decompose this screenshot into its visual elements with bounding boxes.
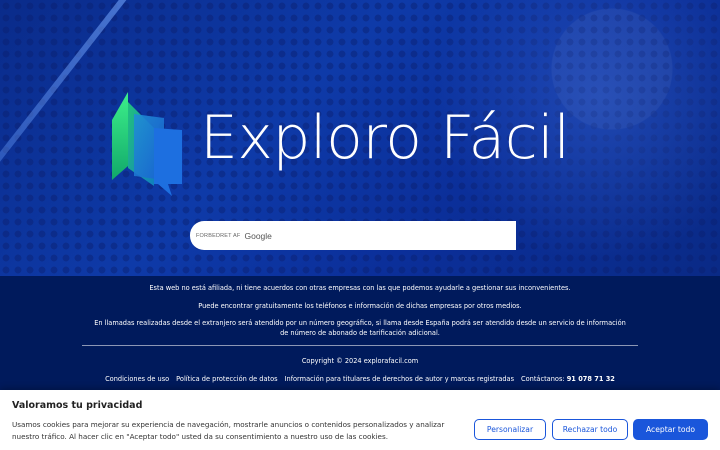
- site-footer: Esta web no está afiliada, ni tiene acue…: [0, 276, 720, 390]
- contact-phone[interactable]: 91 078 71 32: [567, 375, 615, 383]
- contact-link[interactable]: Contáctanos: 91 078 71 32: [521, 374, 615, 384]
- footer-info: Puede encontrar gratuitamente los teléfo…: [198, 302, 522, 310]
- open-book-chat-icon: [108, 88, 188, 198]
- brand-name: Exploro Fácil: [200, 103, 570, 173]
- customize-button[interactable]: Personalizar: [474, 419, 546, 440]
- search-powered-by: FORBEDRET AF: [196, 232, 241, 239]
- copyright-info-link[interactable]: Información para titulares de derechos d…: [285, 374, 514, 384]
- footer-copyright: Copyright © 2024 explorafacil.com: [301, 357, 419, 365]
- footer-divider: [82, 345, 638, 346]
- cookie-title: Valoramos tu privacidad: [12, 400, 143, 411]
- terms-link[interactable]: Condiciones de uso: [105, 374, 169, 384]
- hero-banner: Exploro Fácil FORBEDRET AF Google: [0, 0, 720, 276]
- cookie-text: Usamos cookies para mejorar su experienc…: [12, 420, 445, 441]
- google-logo: Google: [244, 230, 272, 241]
- accept-all-button[interactable]: Aceptar todo: [633, 419, 708, 440]
- contact-label: Contáctanos:: [521, 375, 565, 383]
- reject-all-button[interactable]: Rechazar todo: [552, 419, 628, 440]
- search-input[interactable]: FORBEDRET AF Google: [190, 221, 516, 250]
- footer-disclaimer: Esta web no está afiliada, ni tiene acue…: [149, 284, 571, 292]
- privacy-link[interactable]: Política de protección de datos: [176, 374, 277, 384]
- footer-links: Condiciones de uso Política de protecció…: [0, 374, 720, 384]
- footer-call-notice: En llamadas realizadas desde el extranje…: [94, 319, 626, 337]
